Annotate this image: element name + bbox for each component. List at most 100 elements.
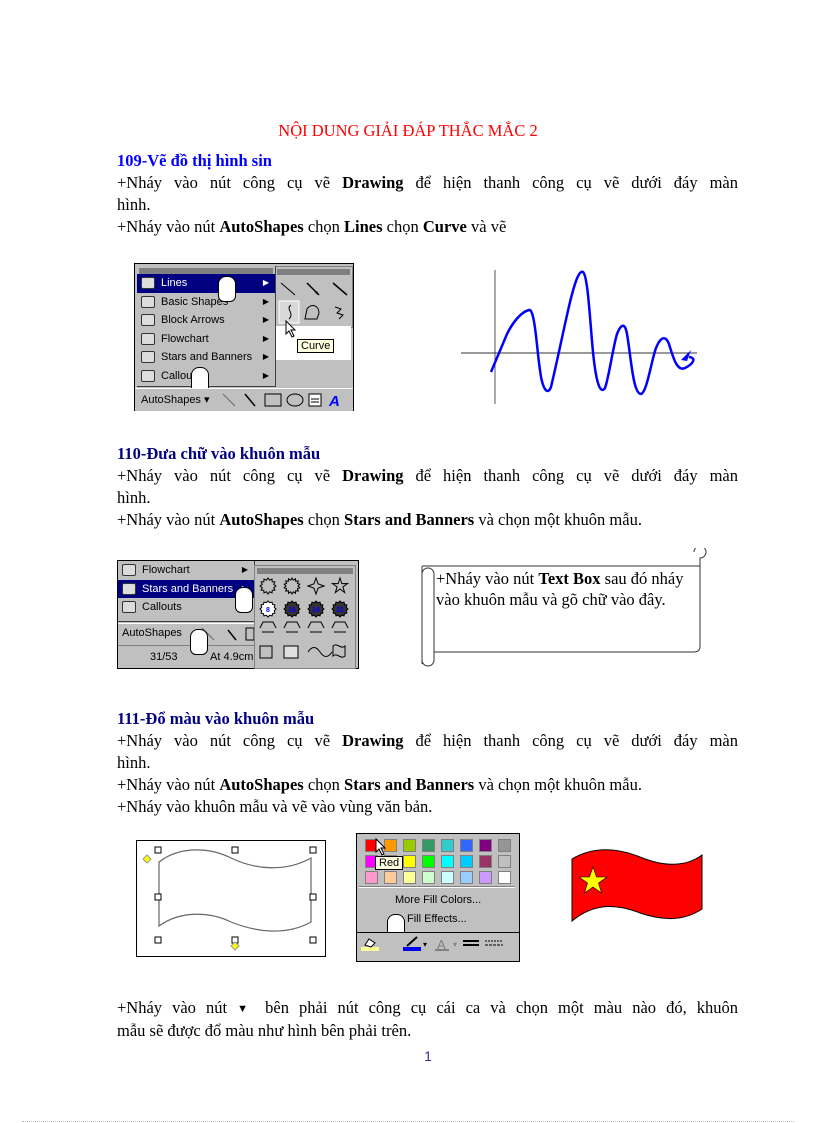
double-wave-icon[interactable] bbox=[332, 644, 346, 658]
seal-label: 8 bbox=[266, 607, 270, 614]
callouts-icon bbox=[122, 601, 136, 613]
stars-banners-icon bbox=[141, 351, 155, 363]
block-arrows-icon bbox=[141, 314, 155, 326]
star-shape-icon[interactable] bbox=[259, 577, 277, 595]
color-swatch[interactable] bbox=[403, 871, 416, 884]
color-swatch[interactable] bbox=[460, 871, 473, 884]
section-111-paragraph-4: +Nháy vào nút ▼ bên phải nút công cụ cái… bbox=[117, 998, 738, 1040]
hand-cursor-icon bbox=[190, 629, 208, 655]
menu-item-block-arrows[interactable]: Block Arrows ▶ bbox=[137, 311, 275, 330]
drawing-toolbar: AutoShapes bbox=[118, 623, 254, 644]
ribbon-shape-icon[interactable] bbox=[307, 621, 325, 633]
color-swatch[interactable] bbox=[365, 871, 378, 884]
document-title: NỘI DUNG GIẢI ĐÁP THẮC MẮC 2 bbox=[278, 121, 538, 140]
section-110-heading: 110-Đưa chữ vào khuôn mẫu bbox=[117, 444, 321, 463]
color-swatch[interactable] bbox=[403, 839, 416, 852]
star-shape-icon[interactable] bbox=[283, 577, 301, 595]
section-110-paragraph-1: +Nháy vào nút công cụ vẽ Drawing để hiện… bbox=[117, 466, 738, 507]
ribbon-shape-icon[interactable] bbox=[331, 621, 349, 633]
stars-banners-screenshot: Flowchart▶ Stars and Banners▶ Callouts A… bbox=[117, 560, 359, 669]
seal-label: 24 bbox=[312, 607, 320, 614]
color-swatch[interactable] bbox=[460, 839, 473, 852]
fill-color-palette-screenshot: More Fill Colors... Fill Effects... ▾ A … bbox=[356, 833, 520, 962]
wave-shape-selection-figure bbox=[136, 840, 326, 957]
fill-effects-item[interactable]: Fill Effects... bbox=[407, 913, 467, 925]
freeform-tool-icon bbox=[304, 305, 320, 320]
arrow-icon bbox=[227, 629, 237, 641]
color-swatch[interactable] bbox=[479, 871, 492, 884]
curve-arrowhead bbox=[681, 350, 691, 361]
section-111-paragraph-1: +Nháy vào nút công cụ vẽ Drawing để hiện… bbox=[117, 731, 738, 772]
color-swatch[interactable] bbox=[441, 839, 454, 852]
section-111-paragraph-2: +Nháy vào nút AutoShapes chọn Stars and … bbox=[117, 775, 642, 794]
autoshapes-button[interactable]: AutoShapes ▾ bbox=[141, 393, 210, 406]
flowchart-icon bbox=[122, 564, 136, 576]
line-icon bbox=[222, 393, 236, 407]
ribbon-shape-icon[interactable] bbox=[283, 621, 301, 633]
ribbon-shape-icon[interactable] bbox=[259, 621, 277, 633]
basic-shapes-icon bbox=[141, 295, 155, 308]
color-swatch[interactable] bbox=[422, 839, 435, 852]
menu-item-stars-and-banners[interactable]: Stars and Banners▶ bbox=[137, 348, 275, 367]
section-111-paragraph-3: +Nháy vào khuôn mẫu và vẽ vào vùng văn b… bbox=[117, 797, 433, 816]
menu-item-flowchart[interactable]: Flowchart ▶ bbox=[137, 330, 275, 349]
star-shape-icon[interactable] bbox=[330, 576, 350, 594]
drawing-toolbar: AutoShapes ▾ A bbox=[135, 388, 353, 411]
seal-label: 32 bbox=[336, 607, 344, 614]
red-flag-figure bbox=[571, 849, 703, 923]
section-110-paragraph-2: +Nháy vào nút AutoShapes chọn Stars and … bbox=[117, 510, 642, 529]
color-swatch[interactable] bbox=[460, 855, 473, 868]
section-109-paragraph-1: +Nháy vào nút công cụ vẽ Drawing để hiện… bbox=[117, 173, 738, 214]
sine-curve-figure bbox=[461, 270, 697, 404]
color-swatch[interactable] bbox=[479, 839, 492, 852]
horizontal-scroll-icon[interactable] bbox=[283, 645, 299, 659]
color-swatch[interactable] bbox=[441, 871, 454, 884]
wordart-icon: A bbox=[328, 393, 340, 408]
more-fill-colors-item[interactable]: More Fill Colors... bbox=[395, 894, 482, 906]
oval-icon bbox=[286, 393, 304, 407]
section-111-heading: 111-Đổ màu vào khuôn mẫu bbox=[117, 709, 315, 728]
menu-item-lines[interactable]: Lines ▶ bbox=[137, 274, 275, 293]
color-swatch[interactable] bbox=[498, 839, 511, 852]
color-swatch[interactable] bbox=[498, 855, 511, 868]
rectangle-icon bbox=[264, 393, 282, 407]
menu-item-callouts[interactable]: Callouts bbox=[118, 598, 254, 617]
page-number: 1 bbox=[424, 1048, 432, 1064]
autoshapes-button[interactable]: AutoShapes bbox=[122, 627, 182, 639]
menu-item-stars-and-banners[interactable]: Stars and Banners▶ bbox=[118, 579, 254, 598]
lines-submenu bbox=[274, 266, 353, 328]
flowchart-icon bbox=[141, 332, 155, 345]
hand-cursor-icon bbox=[218, 276, 236, 302]
color-swatch[interactable] bbox=[422, 855, 435, 868]
fill-color-icon bbox=[361, 947, 379, 951]
line-color-icon bbox=[403, 947, 421, 951]
line-style-icon bbox=[463, 940, 479, 946]
drawing-toolbar: ▾ A ▾ bbox=[357, 932, 519, 955]
color-swatch[interactable] bbox=[479, 855, 492, 868]
color-swatch[interactable] bbox=[498, 871, 511, 884]
menu-item-basic-shapes[interactable]: Basic Shapes ▶ bbox=[137, 293, 275, 312]
dash-style-icon bbox=[485, 940, 503, 946]
text-box-icon bbox=[308, 393, 322, 407]
vertical-scroll-icon[interactable] bbox=[259, 645, 273, 659]
color-swatch[interactable] bbox=[422, 871, 435, 884]
svg-text:▾: ▾ bbox=[453, 940, 457, 949]
arrow-cursor-icon bbox=[375, 838, 387, 856]
autoshapes-lines-screenshot: Curve Lines ▶ Basic Shapes ▶ Block Arrows ▶… bbox=[134, 263, 354, 411]
color-swatch[interactable] bbox=[403, 855, 416, 868]
stars-banners-submenu: 8 16 24 32 bbox=[254, 565, 356, 669]
section-109-paragraph-2: +Nháy vào nút AutoShapes chọn Lines chọn… bbox=[117, 217, 507, 236]
color-swatch[interactable] bbox=[441, 855, 454, 868]
menu-item-flowchart[interactable]: Flowchart ▶ bbox=[118, 561, 254, 580]
section-109-heading: 109-Vẽ đồ thị hình sin bbox=[117, 151, 272, 170]
stars-banners-icon bbox=[122, 582, 136, 595]
color-swatch[interactable] bbox=[384, 871, 397, 884]
double-arrow-tool-icon bbox=[332, 282, 348, 296]
lines-icon bbox=[141, 277, 155, 289]
wave-icon[interactable] bbox=[307, 647, 333, 657]
star-shape-icon[interactable] bbox=[306, 576, 326, 596]
scroll-text: +Nháy vào nút Text Box sau đó nháy vào k… bbox=[436, 569, 684, 609]
rectangle-icon bbox=[245, 627, 254, 641]
seal-label: 16 bbox=[288, 607, 296, 614]
curve-tooltip: Curve bbox=[297, 339, 335, 353]
